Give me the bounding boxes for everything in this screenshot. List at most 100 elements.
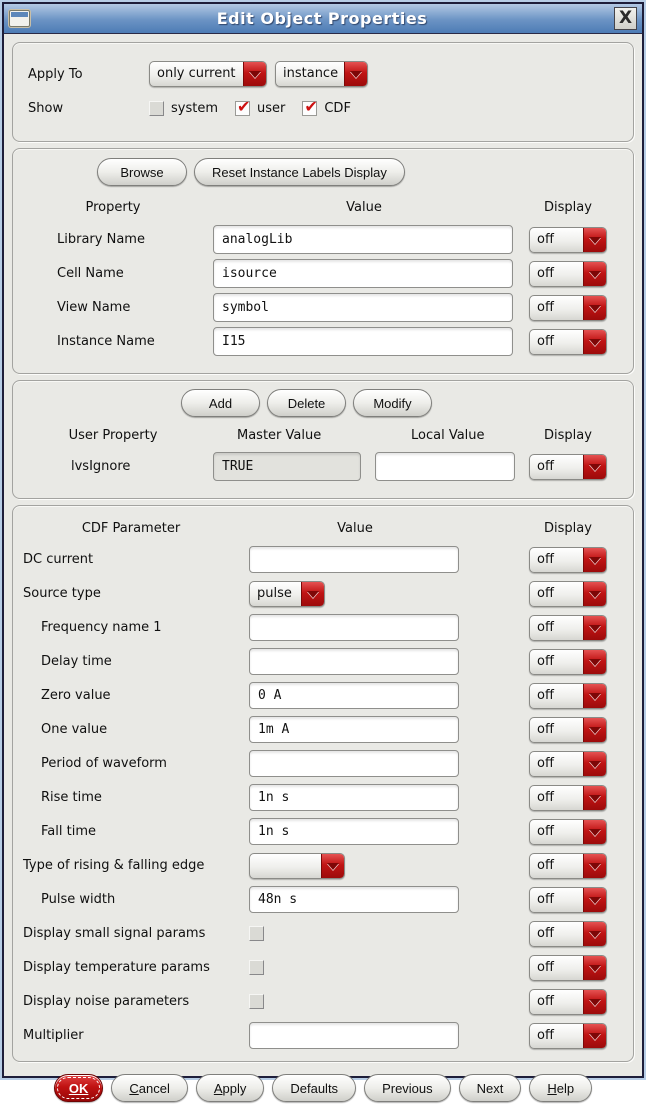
chevron-down-icon [583, 955, 606, 980]
chevron-down-icon [583, 921, 606, 946]
multiplier-input[interactable] [249, 1022, 459, 1049]
display-small-signal-checkbox[interactable] [249, 926, 264, 941]
display-select[interactable]: off [529, 784, 607, 811]
value-header: Value [337, 520, 373, 536]
display-noise-label: Display noise parameters [23, 994, 190, 1009]
lvsignore-master-value-input[interactable] [213, 452, 361, 481]
view-name-label: View Name [57, 300, 131, 315]
display-temperature-label: Display temperature params [23, 960, 210, 975]
chevron-down-icon [583, 717, 606, 742]
window-title: Edit Object Properties [216, 9, 428, 28]
table-row: Period of waveform off [13, 747, 633, 780]
table-row: Display noise parameters off [13, 985, 633, 1018]
display-select[interactable]: off [529, 818, 607, 845]
table-row: Display small signal params off [13, 917, 633, 950]
lvsignore-local-value-input[interactable] [375, 452, 515, 481]
display-select[interactable]: off [529, 886, 607, 913]
display-select[interactable]: off [529, 716, 607, 743]
display-select[interactable]: off [529, 648, 607, 675]
reset-instance-labels-button[interactable]: Reset Instance Labels Display [194, 158, 405, 186]
chevron-down-icon [583, 581, 606, 606]
rise-time-input[interactable] [249, 784, 459, 811]
view-name-display-select[interactable]: off [529, 294, 607, 321]
modify-button[interactable]: Modify [353, 389, 432, 417]
period-of-waveform-input[interactable] [249, 750, 459, 777]
cell-name-input[interactable] [213, 259, 513, 288]
dc-current-input[interactable] [249, 546, 459, 573]
ok-button[interactable]: OK [53, 1074, 104, 1102]
table-row: Multiplier off [13, 1019, 633, 1052]
show-system-checkbox[interactable] [149, 100, 164, 116]
table-row: View Name off [13, 293, 633, 322]
table-row: Library Name off [13, 225, 633, 254]
property-header: Property [85, 199, 141, 215]
instance-name-display-select[interactable]: off [529, 328, 607, 355]
apply-target-select[interactable]: instance [275, 61, 368, 87]
show-cdf-checkbox[interactable] [302, 97, 318, 116]
frequency-name-1-label: Frequency name 1 [41, 620, 162, 635]
table-row: Instance Name off [13, 327, 633, 356]
table-row: Zero value off [13, 679, 633, 712]
one-value-input[interactable] [249, 716, 459, 743]
cell-name-display-select[interactable]: off [529, 260, 607, 287]
fall-time-label: Fall time [41, 824, 96, 839]
apply-button[interactable]: Apply [195, 1074, 265, 1102]
display-header: Display [544, 520, 592, 536]
delay-time-input[interactable] [249, 648, 459, 675]
chevron-down-icon [583, 295, 606, 320]
lvsignore-display-select[interactable]: off [529, 453, 607, 480]
display-select[interactable]: off [529, 682, 607, 709]
display-header: Display [544, 427, 592, 443]
previous-button[interactable]: Previous [364, 1074, 451, 1102]
table-row: One value off [13, 713, 633, 746]
chevron-down-icon [583, 261, 606, 286]
display-select[interactable]: off [529, 1022, 607, 1049]
window-menu-icon[interactable] [9, 10, 30, 27]
display-select[interactable]: off [529, 988, 607, 1015]
instance-name-input[interactable] [213, 327, 513, 356]
view-name-input[interactable] [213, 293, 513, 322]
source-type-select[interactable]: pulse [249, 580, 325, 607]
display-select[interactable]: off [529, 954, 607, 981]
frequency-name-1-input[interactable] [249, 614, 459, 641]
defaults-button[interactable]: Defaults [272, 1074, 357, 1102]
one-value-label: One value [41, 722, 108, 737]
cell-name-label: Cell Name [57, 266, 124, 281]
close-icon[interactable]: X [614, 7, 637, 30]
display-small-signal-label: Display small signal params [23, 926, 206, 941]
instance-name-label: Instance Name [57, 334, 155, 349]
add-button[interactable]: Add [181, 389, 260, 417]
apply-scope-select[interactable]: only current [149, 61, 267, 87]
delete-button[interactable]: Delete [267, 389, 346, 417]
display-select[interactable]: off [529, 580, 607, 607]
display-select[interactable]: off [529, 852, 607, 879]
help-button[interactable]: Help [529, 1074, 593, 1102]
chevron-down-icon [583, 887, 606, 912]
chevron-down-icon [344, 62, 367, 86]
table-row: Source type pulse off [13, 577, 633, 610]
show-user-checkbox[interactable] [235, 97, 250, 116]
show-system-label: system [171, 100, 218, 116]
browse-button[interactable]: Browse [97, 158, 187, 186]
table-row: Cell Name off [13, 259, 633, 288]
zero-value-input[interactable] [249, 682, 459, 709]
edge-type-select[interactable] [249, 852, 345, 879]
cancel-button[interactable]: Cancel [111, 1074, 188, 1102]
pulse-width-input[interactable] [249, 886, 459, 913]
fall-time-input[interactable] [249, 818, 459, 845]
lvsignore-label: lvsIgnore [71, 459, 131, 474]
library-name-input[interactable] [213, 225, 513, 254]
next-button[interactable]: Next [458, 1074, 522, 1102]
display-select[interactable]: off [529, 750, 607, 777]
display-select[interactable]: off [529, 920, 607, 947]
display-temperature-checkbox[interactable] [249, 960, 264, 975]
library-name-label: Library Name [57, 232, 145, 247]
edge-type-label: Type of rising & falling edge [23, 858, 205, 873]
display-noise-checkbox[interactable] [249, 994, 264, 1009]
chevron-down-icon [583, 547, 606, 572]
show-user-label: user [257, 100, 286, 116]
pulse-width-label: Pulse width [41, 892, 116, 907]
display-select[interactable]: off [529, 614, 607, 641]
display-select[interactable]: off [529, 546, 607, 573]
library-name-display-select[interactable]: off [529, 226, 607, 253]
